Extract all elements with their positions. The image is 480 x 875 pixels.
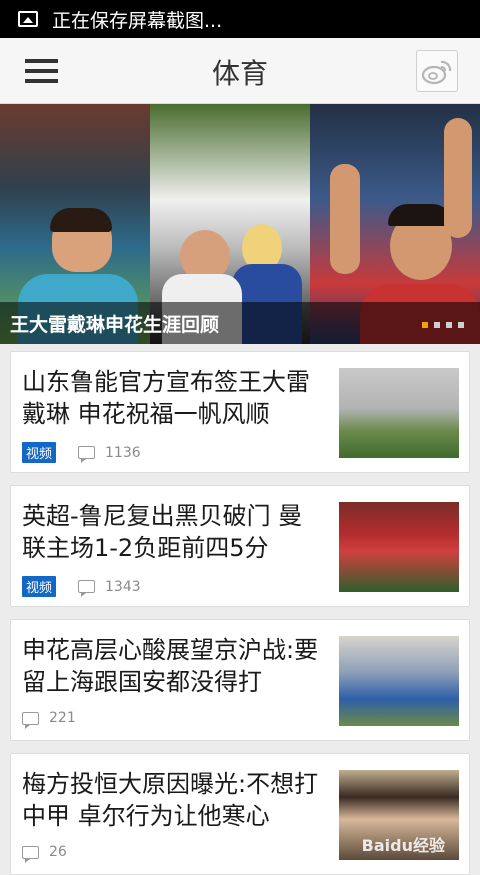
comment-count: 1343 [105,578,141,595]
app-bar: 体育 [0,38,480,104]
carousel-dot[interactable] [458,322,464,328]
article-card[interactable]: 英超-鲁尼复出黑贝破门 曼联主场1-2负距前四5分 视频 1343 [10,485,470,607]
carousel-indicator [422,322,464,328]
page-title: 体育 [211,57,268,90]
video-badge: 视频 [22,442,57,463]
article-thumbnail[interactable]: Baidu经验 [339,770,459,860]
article-meta: 视频 1136 [22,442,141,463]
carousel-dot[interactable] [446,322,452,328]
article-title[interactable]: 申花高层心酸展望京沪战:要留上海跟国安都没得打 [22,634,322,698]
status-notification-text: 正在保存屏幕截图... [52,9,223,32]
comment-count: 221 [49,710,76,726]
article-thumbnail[interactable] [339,502,459,592]
comment-icon [78,446,96,463]
comment-count: 1136 [105,444,141,461]
article-title[interactable]: 英超-鲁尼复出黑贝破门 曼联主场1-2负距前四5分 [22,500,322,564]
comment-icon [78,580,96,597]
article-title[interactable]: 梅方投恒大原因曝光:不想打中甲 卓尔行为让他寒心 [22,768,322,832]
article-card[interactable]: 山东鲁能官方宣布签王大雷戴琳 申花祝福一帆风顺 视频 1136 [10,351,470,473]
screenshot-icon [18,11,38,27]
article-card[interactable]: 申花高层心酸展望京沪战:要留上海跟国安都没得打 221 [10,619,470,741]
comment-count: 26 [49,844,67,860]
status-bar: 正在保存屏幕截图... [0,0,480,38]
article-title[interactable]: 山东鲁能官方宣布签王大雷戴琳 申花祝福一帆风顺 [22,366,322,430]
video-badge: 视频 [22,576,57,597]
article-meta: 视频 1343 [22,576,141,597]
article-thumbnail[interactable] [339,636,459,726]
carousel-dot[interactable] [434,322,440,328]
comment-icon [22,845,39,863]
article-card[interactable]: 梅方投恒大原因曝光:不想打中甲 卓尔行为让他寒心 26 Baidu经验 [10,753,470,875]
carousel-dot[interactable] [422,322,428,328]
baidu-watermark: Baidu经验 [361,836,445,855]
weibo-share-icon[interactable] [416,50,458,92]
hero-carousel[interactable]: 王大雷戴琳申花生涯回顾 [0,104,480,344]
article-meta: 26 [22,844,67,863]
comment-icon [22,711,39,729]
article-thumbnail[interactable] [339,368,459,458]
hero-caption[interactable]: 王大雷戴琳申花生涯回顾 [0,302,480,344]
article-meta: 221 [22,710,76,729]
